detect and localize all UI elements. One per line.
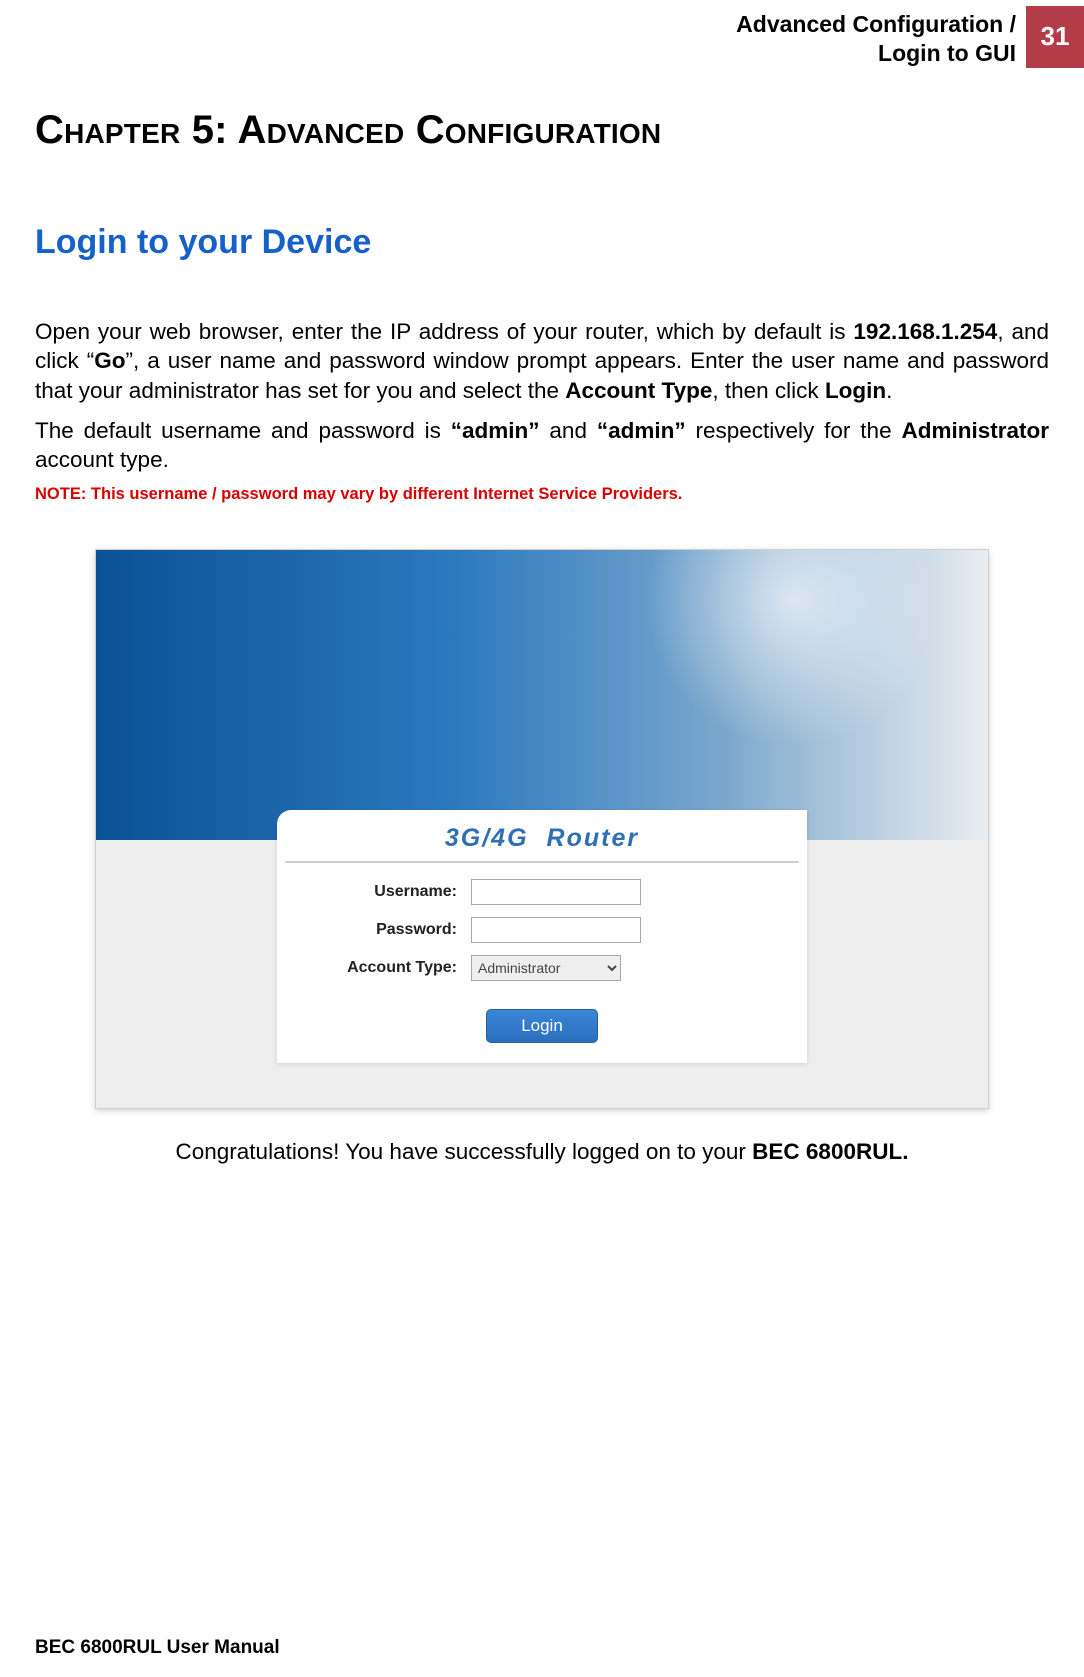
login-button-row: Login [277,987,807,1063]
panel-title-b: Router [547,824,640,852]
p2-admin1: “admin” [451,418,540,443]
panel-title-a: 3G/4G [445,824,529,852]
account-type-label: Account Type: [301,959,471,977]
login-panel: 3G/4G Router Username: Password: Account … [277,810,807,1063]
header-title: Advanced Configuration / Login to GUI [736,6,1026,68]
congrats-a: Congratulations! You have successfully l… [176,1139,753,1164]
panel-title: 3G/4G Router [277,810,807,855]
login-screenshot-wrapper: 3G/4G Router Username: Password: Account … [95,549,989,1109]
header-title-line1: Advanced Configuration / [736,11,1016,37]
p1-account-type: Account Type [565,378,712,403]
congrats-text: Congratulations! You have successfully l… [35,1139,1049,1165]
password-label: Password: [301,921,471,939]
panel-divider [285,861,799,863]
p2-text-a: The default username and password is [35,418,451,443]
account-type-select[interactable]: Administrator [471,955,621,981]
page-number-badge: 31 [1026,6,1084,68]
username-input[interactable] [471,879,641,905]
p2-text-c: respectively for the [686,418,902,443]
username-row: Username: [277,873,807,911]
password-input[interactable] [471,917,641,943]
page-number: 31 [1041,21,1070,52]
login-screenshot: 3G/4G Router Username: Password: Account … [95,549,989,1109]
p1-text-d: , then click [712,378,825,403]
p1-text-c: ”, a user name and password window promp… [35,348,1049,403]
header-title-line2: Login to GUI [878,40,1016,66]
paragraph-2: The default username and password is “ad… [35,416,1049,475]
password-row: Password: [277,911,807,949]
p1-text-e: . [886,378,892,403]
p1-ip: 192.168.1.254 [853,319,997,344]
congrats-b: BEC 6800RUL. [752,1139,908,1164]
account-type-row: Account Type: Administrator [277,949,807,987]
footer-text: BEC 6800RUL User Manual [35,1637,280,1659]
p1-text-a: Open your web browser, enter the IP addr… [35,319,853,344]
p2-administrator: Administrator [901,418,1049,443]
chapter-title: Chapter 5: Advanced Configuration [35,108,1049,153]
p2-admin2: “admin” [597,418,686,443]
note-text: NOTE: This username / password may vary … [35,485,1049,504]
p2-text-b: and [540,418,597,443]
page-header: Advanced Configuration / Login to GUI 31 [0,0,1084,68]
p1-login: Login [825,378,886,403]
p2-text-d: account type. [35,447,169,472]
login-button[interactable]: Login [486,1009,598,1043]
paragraph-1: Open your web browser, enter the IP addr… [35,317,1049,406]
banner-image [96,550,988,840]
section-heading: Login to your Device [35,223,1049,262]
username-label: Username: [301,883,471,901]
p1-go: Go [94,348,125,373]
